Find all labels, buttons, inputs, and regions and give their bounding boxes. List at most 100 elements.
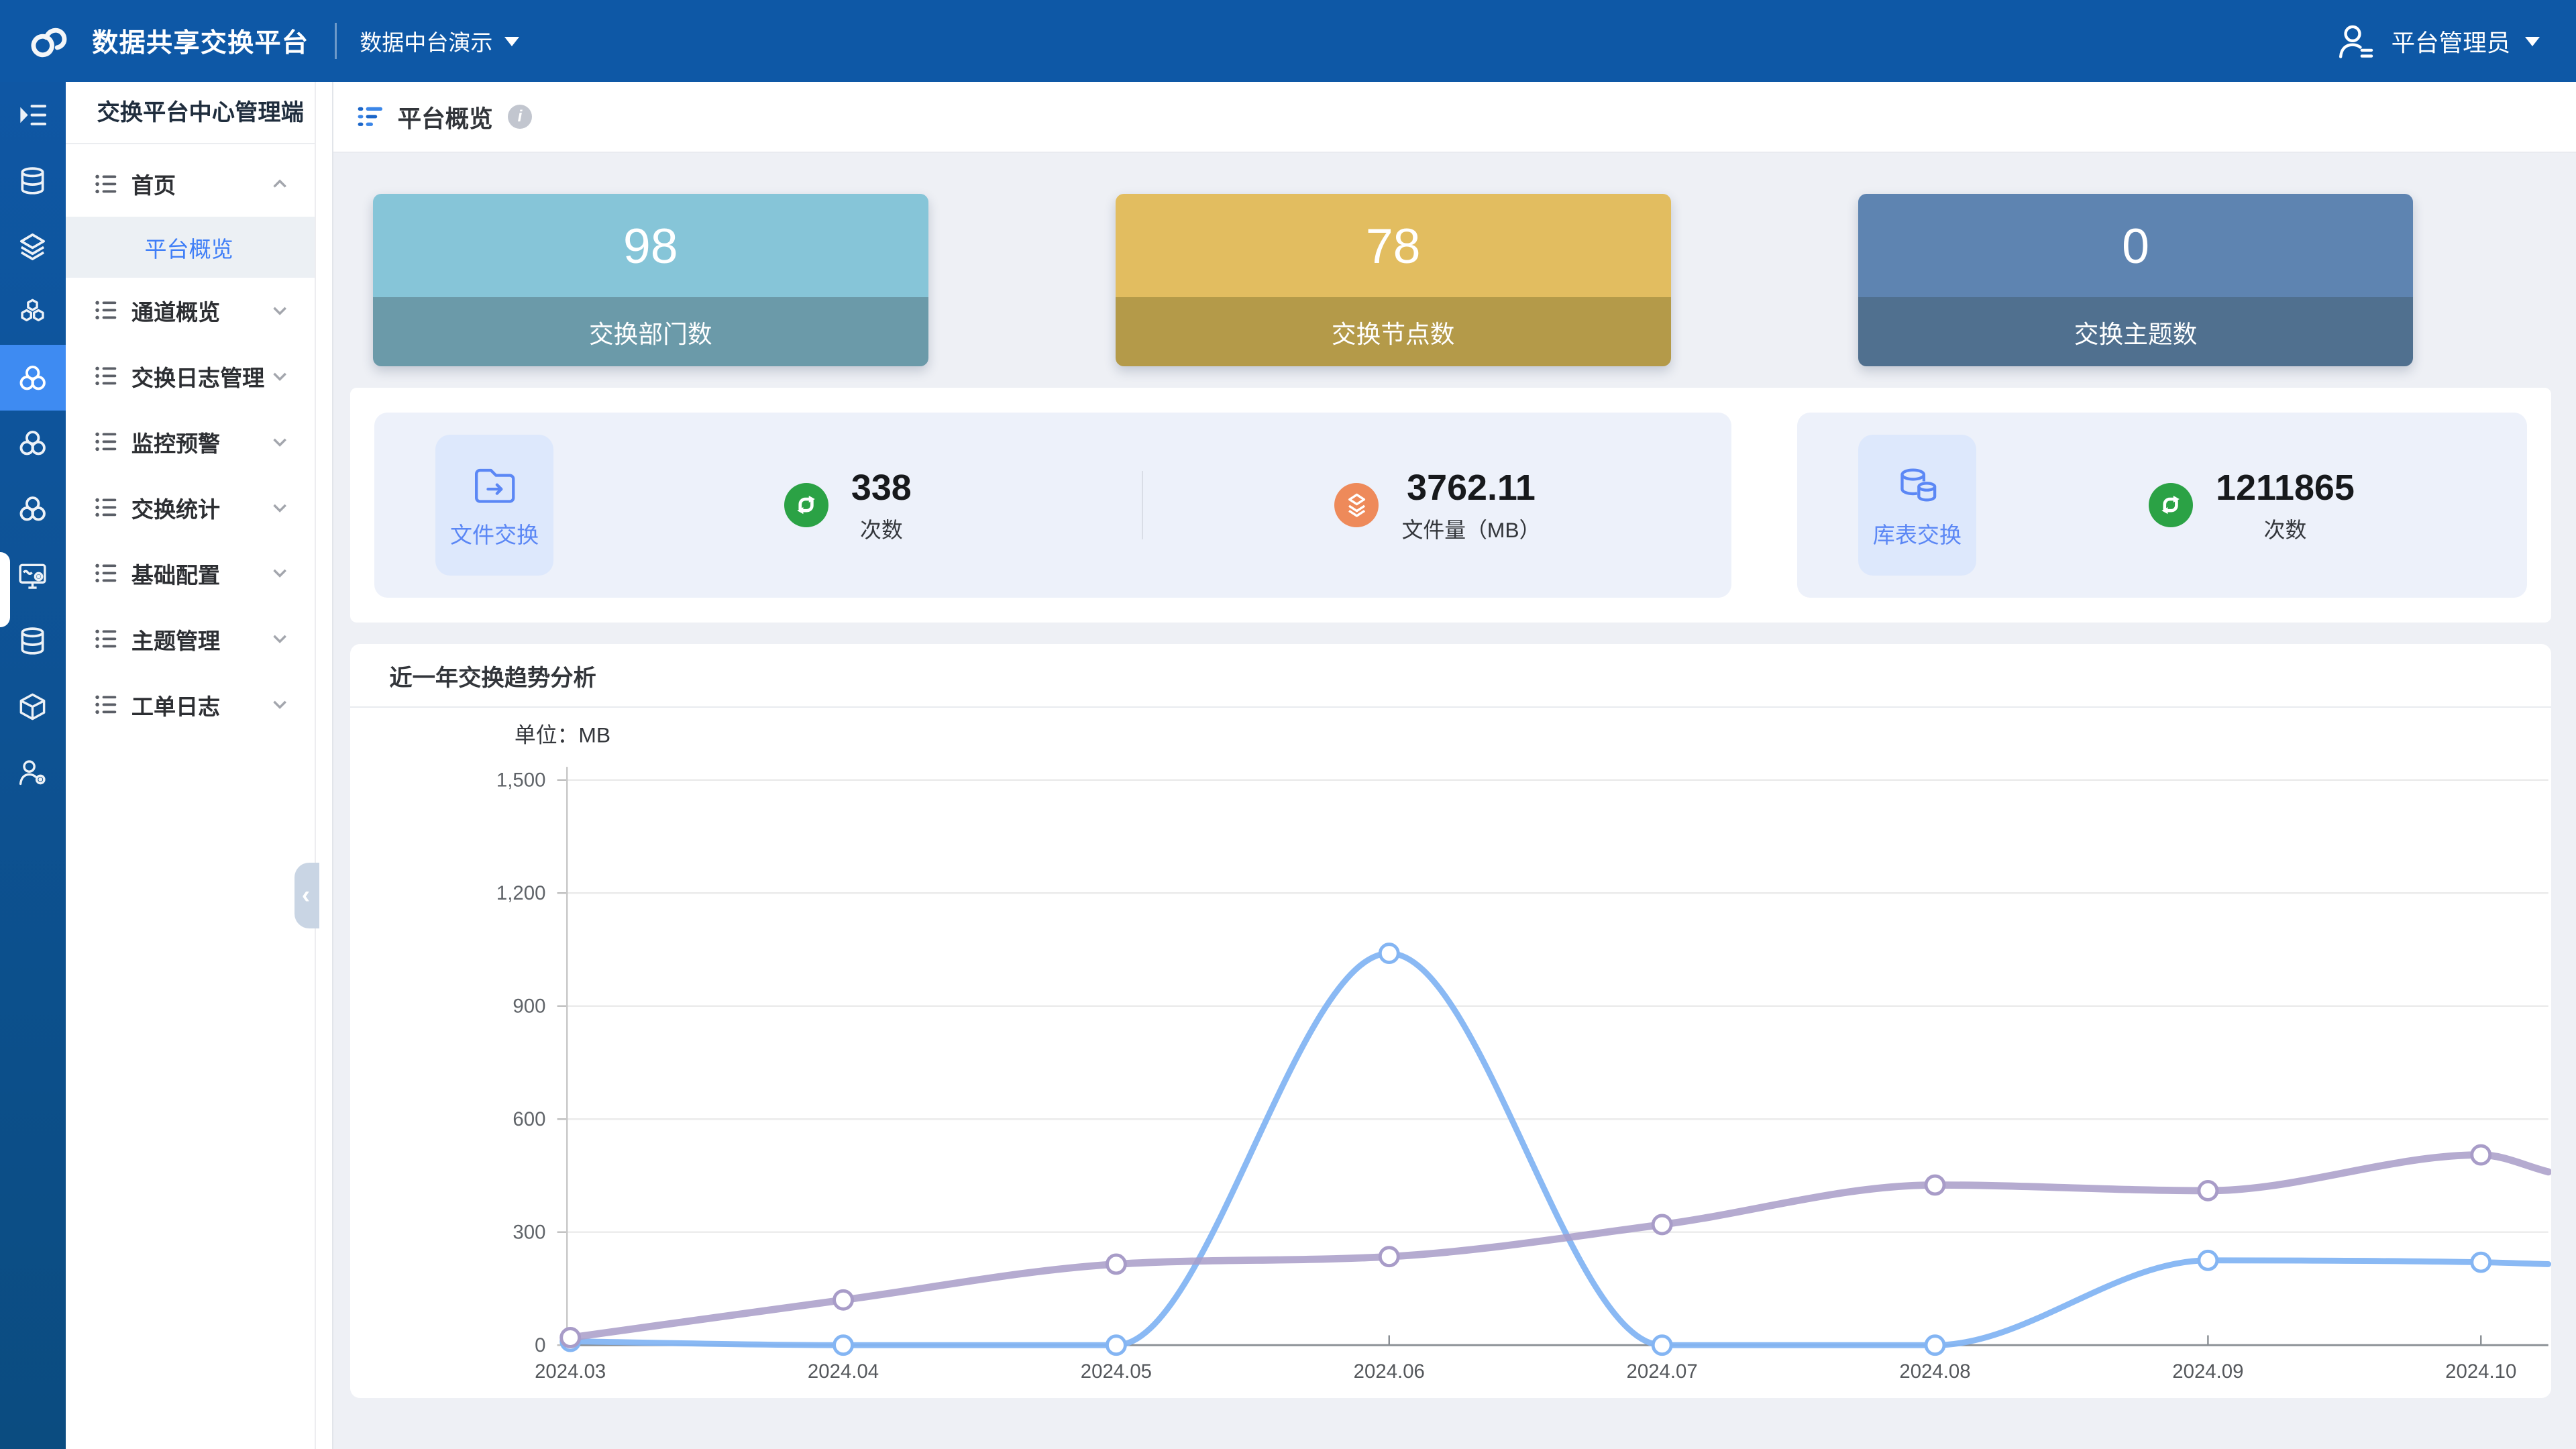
sidebar-item-home[interactable]: 首页: [66, 151, 315, 217]
rail-item-monitor[interactable]: [0, 542, 66, 608]
table-exchange-count-value: 1211865: [2216, 466, 2355, 510]
chart-title: 近一年交换趋势分析: [350, 644, 2552, 708]
table-exchange-label: 库表交换: [1873, 517, 1962, 549]
file-exchange-volume-label: 文件量（MB）: [1402, 513, 1541, 544]
sidebar-item-label: 监控预警: [131, 426, 268, 458]
chevron-icon: [268, 627, 291, 650]
exchange-knot-icon: [15, 426, 50, 460]
sidebar-item-label: 交换日志管理: [131, 360, 268, 392]
stat-value: 0: [1858, 194, 2414, 297]
sidebar-item-basic-config[interactable]: 基础配置: [66, 541, 315, 606]
rail-item-collapse[interactable]: [0, 82, 66, 148]
svg-text:600: 600: [513, 1108, 545, 1130]
sidebar-item-label: 平台概览: [145, 231, 292, 264]
chevron-icon: [268, 693, 291, 716]
sidebar-item-monitoring-alerts[interactable]: 监控预警: [66, 409, 315, 475]
rail-item-hexagon-nodes[interactable]: [0, 279, 66, 345]
trend-line-chart: 03006009001,2001,5002024.032024.042024.0…: [350, 708, 2552, 1385]
collapse-sidebar-icon: [16, 99, 49, 131]
file-exchange-volume-metric: 3762.11 文件量（MB）: [1143, 466, 1731, 544]
svg-text:0: 0: [535, 1334, 545, 1356]
user-icon: [2335, 21, 2376, 62]
sidebar-collapse-handle[interactable]: ‹: [294, 863, 319, 928]
rail-item-data-store[interactable]: [0, 608, 66, 674]
rail-item-layers[interactable]: [0, 213, 66, 279]
database-icon: [16, 164, 49, 197]
file-exchange-tile[interactable]: 文件交换: [435, 435, 553, 576]
exchange-knot-icon: [15, 492, 50, 526]
list-icon: [94, 429, 119, 454]
overview-lines-icon: [356, 103, 384, 131]
svg-text:2024.07: 2024.07: [1626, 1361, 1697, 1383]
svg-text:单位：MB: 单位：MB: [515, 723, 610, 747]
info-icon[interactable]: i: [508, 105, 533, 129]
sidebar-item-label: 交换统计: [131, 492, 268, 524]
sidebar-menu: 首页 平台概览 通道概览 交换日志管理 监控预警 交换统计 基础配置 主题管理 …: [66, 144, 315, 737]
sync-icon: [2149, 483, 2193, 527]
sidebar-item-label: 基础配置: [131, 557, 268, 590]
stat-value: 98: [373, 194, 928, 297]
svg-text:2024.09: 2024.09: [2172, 1361, 2243, 1383]
user-label: 平台管理员: [2392, 24, 2511, 58]
svg-text:2024.10: 2024.10: [2445, 1361, 2516, 1383]
icon-rail: [0, 82, 66, 1449]
chevron-icon: [268, 561, 291, 584]
stat-label: 交换主题数: [1858, 297, 2414, 366]
sidebar-item-exchange-statistics[interactable]: 交换统计: [66, 475, 315, 541]
file-exchange-label: 文件交换: [450, 517, 539, 549]
database-exchange-icon: [1891, 461, 1943, 510]
sidebar-item-channel-overview[interactable]: 通道概览: [66, 278, 315, 343]
sync-icon: [784, 483, 828, 527]
rail-item-database[interactable]: [0, 148, 66, 213]
chevron-down-icon: [2525, 37, 2540, 54]
file-exchange-panel: 文件交换 338 次数: [374, 413, 1731, 598]
list-icon: [94, 561, 119, 586]
file-exchange-count-value: 338: [851, 466, 912, 510]
stat-card-exchange-nodes: 78 交换节点数: [1116, 194, 1671, 366]
stat-card-exchange-topics: 0 交换主题数: [1858, 194, 2414, 366]
workspace-dropdown[interactable]: 数据中台演示: [360, 25, 519, 57]
stat-cards-row: 98 交换部门数 78 交换节点数 0 交换主题数: [373, 194, 2536, 366]
volume-layers-icon: [1334, 483, 1379, 527]
chevron-left-icon: ‹: [302, 883, 310, 908]
app-title: 数据共享交换平台: [92, 22, 309, 60]
file-exchange-count-label: 次数: [851, 513, 912, 544]
chevron-icon: [268, 172, 291, 195]
sidebar-title: 交换平台中心管理端: [66, 82, 315, 144]
list-icon: [94, 298, 119, 323]
svg-text:300: 300: [513, 1222, 545, 1244]
svg-text:2024.03: 2024.03: [535, 1361, 606, 1383]
trend-chart-card: 近一年交换趋势分析 0 300 600 900 1,200 1,500 2024.03 202…: [350, 644, 2552, 1398]
rail-item-exchange-node[interactable]: [0, 411, 66, 476]
page-title: 平台概览: [398, 100, 493, 134]
list-icon: [94, 692, 119, 717]
rail-item-exchange-hub[interactable]: [0, 476, 66, 542]
rail-item-exchange-center[interactable]: [0, 345, 66, 411]
package-box-icon: [16, 690, 49, 723]
list-icon: [94, 364, 119, 388]
sidebar-item-exchange-log-management[interactable]: 交换日志管理: [66, 343, 315, 409]
sidebar-item-work-order-log[interactable]: 工单日志: [66, 672, 315, 738]
rail-item-user-admin[interactable]: [0, 739, 66, 805]
table-exchange-tile[interactable]: 库表交换: [1858, 435, 1976, 576]
chevron-icon: [268, 431, 291, 453]
svg-text:900: 900: [513, 996, 545, 1018]
app-logo-icon: [23, 15, 75, 67]
rail-item-package[interactable]: [0, 674, 66, 739]
folder-exchange-icon: [468, 461, 521, 510]
chevron-icon: [268, 299, 291, 322]
stat-value: 78: [1116, 194, 1671, 297]
monitor-settings-icon: [16, 559, 49, 592]
sidebar-item-topic-management[interactable]: 主题管理: [66, 606, 315, 672]
topbar: 数据共享交换平台 数据中台演示 平台管理员: [0, 0, 2576, 82]
list-icon: [94, 627, 119, 651]
stat-label: 交换部门数: [373, 297, 928, 366]
left-edge-handle[interactable]: [0, 552, 10, 628]
svg-text:2024.06: 2024.06: [1353, 1361, 1424, 1383]
layers-icon: [16, 230, 49, 263]
workspace-label: 数据中台演示: [360, 25, 492, 57]
svg-text:1,200: 1,200: [496, 882, 546, 904]
sidebar-subitem-platform-overview[interactable]: 平台概览: [66, 217, 315, 278]
user-menu[interactable]: 平台管理员: [2335, 21, 2540, 62]
svg-text:1,500: 1,500: [496, 769, 546, 792]
